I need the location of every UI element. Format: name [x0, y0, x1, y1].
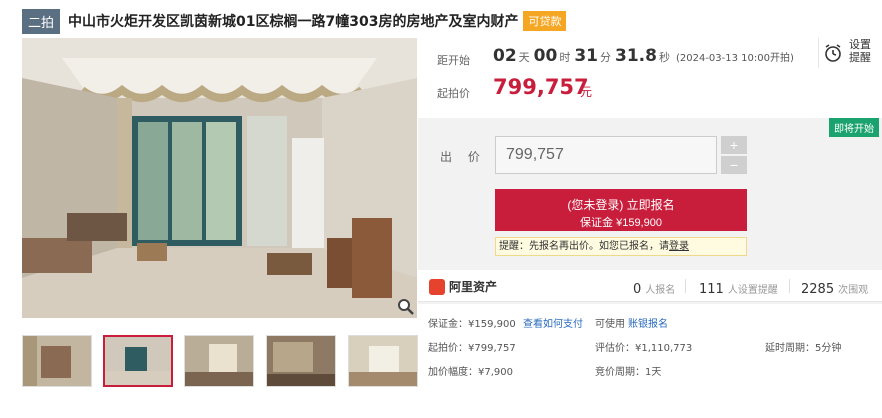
countdown-hours: 00: [533, 46, 558, 66]
views-label: 次围观: [838, 285, 869, 296]
signup-button-label: (您未登录) 立即报名: [567, 198, 675, 212]
thumbnail-1[interactable]: [22, 335, 92, 387]
payment-prefix: 可使用: [595, 319, 625, 330]
increment-info: 加价幅度：¥7,900: [428, 367, 513, 378]
start-price-label: 起拍价: [437, 87, 470, 100]
living-room-photo: [22, 38, 417, 318]
platform-logo: 阿里资产: [429, 278, 497, 295]
thumbnail-5[interactable]: [348, 335, 418, 387]
login-link[interactable]: 登录: [669, 241, 689, 252]
bid-amount-input[interactable]: [495, 136, 717, 174]
countdown-minutes: 31: [574, 46, 599, 66]
countdown-days-unit: 天: [518, 51, 530, 64]
bidding-period-info: 竞价周期：1天: [595, 367, 662, 378]
starting-price-info: 起拍价：¥799,757: [428, 343, 516, 354]
reminders-count: 111: [699, 282, 724, 297]
auction-price-panel: 距开始 02 天 00 时 31 分 31.8 秒 (2024-03-13 10…: [418, 38, 882, 418]
views-count: 2285: [801, 282, 835, 297]
increase-bid-button[interactable]: +: [721, 136, 747, 154]
zoom-icon[interactable]: [397, 298, 415, 316]
countdown-seconds: 31.8: [615, 46, 657, 66]
appraisal-info: 评估价：¥1,110,773: [595, 343, 693, 354]
decrease-bid-button[interactable]: −: [721, 156, 747, 174]
main-property-photo[interactable]: [22, 38, 417, 318]
start-price-value: 799,757: [493, 75, 589, 99]
signups-stat: 0 人报名: [633, 278, 675, 297]
platform-name: 阿里资产: [449, 280, 498, 294]
how-to-pay-link[interactable]: 查看如何支付: [523, 315, 583, 330]
alarm-clock-icon: [825, 44, 841, 62]
countdown-hours-unit: 时: [559, 51, 571, 64]
bid-label: 出 价: [440, 150, 486, 164]
countdown-label: 距开始: [437, 54, 470, 67]
loan-available-badge: 可贷款: [523, 11, 567, 31]
countdown-seconds-unit: 秒: [658, 51, 670, 64]
countdown-minutes-unit: 分: [600, 51, 612, 64]
extension-info: 延时周期：5分钟: [765, 343, 842, 354]
ali-assets-logo-icon: [429, 278, 445, 295]
stats-row: 阿里资产 0 人报名 111 人设置提醒 2285 次围观: [418, 270, 882, 302]
status-badge: 即将开始: [829, 118, 879, 137]
title-bar: 二拍 中山市火炬开发区凯茵新城01区棕榈一路7幢303房的房地产及室内财产 可贷…: [22, 8, 567, 34]
signups-count: 0: [633, 282, 642, 297]
countdown-days: 02: [493, 46, 517, 66]
signup-deposit-label: 保证金 ¥159,900: [580, 217, 662, 229]
thumbnail-strip: [22, 335, 418, 387]
login-notice-text: 提醒：先报名再出价。如您已报名，请: [499, 241, 669, 252]
reminders-label: 人设置提醒: [727, 285, 778, 296]
signup-button[interactable]: (您未登录) 立即报名 保证金 ¥159,900: [495, 189, 747, 231]
thumbnail-3[interactable]: [184, 335, 254, 387]
signups-label: 人报名: [645, 285, 676, 296]
stats-divider: [685, 279, 686, 293]
set-reminder-button[interactable]: 设置提醒: [818, 38, 880, 68]
thumbnail-2-selected[interactable]: [103, 335, 173, 387]
countdown-timer: 02 天 00 时 31 分 31.8 秒 (2024-03-13 10:00开…: [493, 46, 794, 66]
login-notice: 提醒：先报名再出价。如您已报名，请登录: [495, 237, 747, 256]
stats-divider: [789, 279, 790, 293]
property-title: 中山市火炬开发区凯茵新城01区棕榈一路7幢303房的房地产及室内财产: [68, 14, 519, 30]
views-stat: 2285 次围观: [801, 278, 868, 297]
reminders-stat: 111 人设置提醒: [699, 278, 778, 297]
auction-start-time: (2024-03-13 10:00开拍): [675, 53, 794, 64]
start-price-unit: 元: [580, 85, 593, 99]
set-reminder-label: 设置提醒: [849, 38, 871, 64]
deposit-info: 保证金：¥159,900: [428, 319, 516, 330]
thumbnail-4[interactable]: [266, 335, 336, 387]
auction-round-badge: 二拍: [22, 8, 61, 34]
bank-signup-link[interactable]: 账银报名: [628, 315, 668, 330]
